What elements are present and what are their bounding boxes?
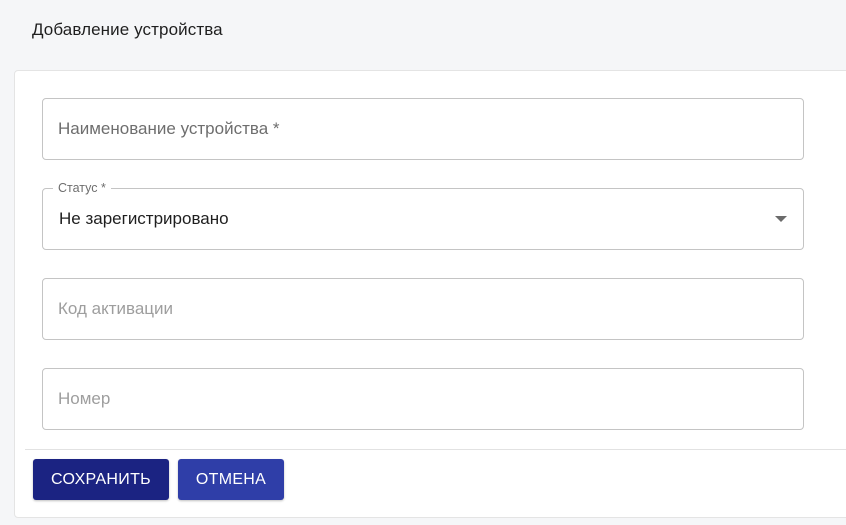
status-selected-value: Не зарегистрировано <box>59 209 229 228</box>
device-name-placeholder: Наименование устройства * <box>58 119 280 138</box>
save-button[interactable]: СОХРАНИТЬ <box>33 459 169 500</box>
device-form-card: Наименование устройства * Статус * Не за… <box>14 70 846 518</box>
caret-down-icon[interactable] <box>775 216 787 222</box>
page-title: Добавление устройства <box>32 20 223 39</box>
number-field[interactable]: Номер <box>42 368 804 430</box>
activation-code-field[interactable]: Код активации <box>42 278 804 340</box>
actions-divider <box>25 449 846 450</box>
status-select[interactable]: Статус * Не зарегистрировано <box>42 180 804 250</box>
number-placeholder: Номер <box>58 389 111 408</box>
cancel-button[interactable]: ОТМЕНА <box>178 459 284 500</box>
device-name-field[interactable]: Наименование устройства * <box>42 98 804 160</box>
activation-code-placeholder: Код активации <box>58 299 174 318</box>
